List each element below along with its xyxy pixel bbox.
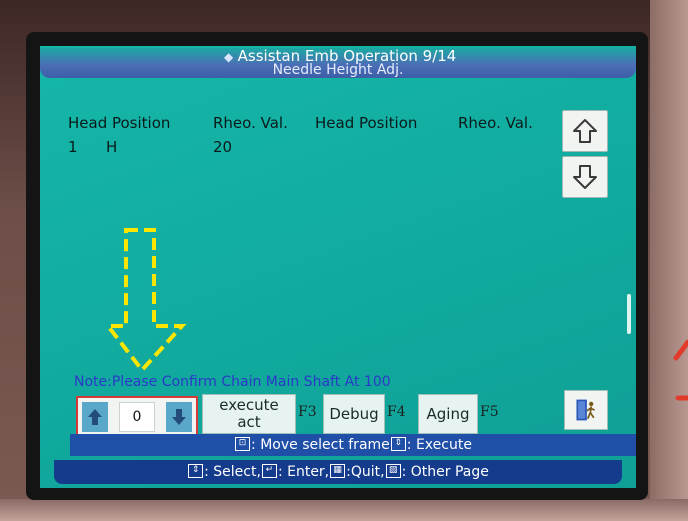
f5-key-label: F5 — [480, 404, 499, 420]
quit-key-icon: ▦ — [330, 464, 346, 478]
status-other-page: : Other Page — [401, 464, 489, 480]
column-header-head-position-2: Head Position — [315, 114, 418, 132]
column-header-head-position-1: Head Position — [68, 114, 171, 132]
scroll-down-button[interactable] — [562, 156, 608, 198]
exit-button[interactable] — [564, 390, 608, 430]
f3-key-label: F3 — [298, 404, 317, 420]
status-select: : Select, — [204, 464, 261, 480]
scroll-up-button[interactable] — [562, 110, 608, 152]
select-key-icon: ⇕ — [390, 437, 406, 451]
column-header-rheo-val-2: Rheo. Val. — [458, 114, 533, 132]
stepper-down-button[interactable] — [166, 402, 192, 432]
row-head: H — [106, 138, 118, 156]
up-arrow-icon — [573, 119, 597, 143]
execute-label-line1: execute — [219, 396, 279, 414]
debug-label: Debug — [329, 404, 379, 423]
row-index: 1 — [68, 138, 78, 156]
debug-button[interactable]: Debug — [323, 394, 385, 434]
stepper-up-button[interactable] — [82, 402, 108, 432]
stepper-value[interactable]: 0 — [119, 402, 155, 432]
value-stepper[interactable]: 0 — [76, 396, 198, 438]
down-arrow-icon — [172, 409, 186, 425]
aging-label: Aging — [426, 404, 470, 423]
up-arrow-icon — [88, 409, 102, 425]
status-enter: : Enter, — [277, 464, 330, 480]
hint-execute: : Execute — [406, 437, 472, 453]
note-text: Note:Please Confirm Chain Main Shaft At … — [74, 374, 391, 390]
red-annotation-mark — [673, 339, 688, 401]
move-frame-key-icon: ⊡ — [235, 437, 251, 451]
exit-door-icon — [576, 399, 595, 421]
page-key-icon: ▧ — [385, 464, 401, 478]
f4-key-label: F4 — [387, 404, 406, 420]
execute-act-button[interactable]: execute act — [202, 394, 296, 434]
hint-move-select: : Move select frame — [251, 437, 390, 453]
row-value: 20 — [213, 138, 233, 156]
status-bar: ⇕: Select, ↵: Enter, ▦:Quit, ▧: Other Page — [54, 460, 622, 484]
enter-key-icon: ↵ — [261, 464, 277, 478]
page-subtitle: Needle Height Adj. — [272, 62, 404, 78]
device-bezel-bottom — [0, 499, 688, 521]
down-arrow-icon — [573, 165, 597, 189]
aging-button[interactable]: Aging — [418, 394, 478, 434]
column-header-rheo-val-1: Rheo. Val. — [213, 114, 288, 132]
scrollbar[interactable] — [627, 294, 631, 334]
device-bezel-right — [650, 0, 688, 521]
hint-bar: ⊡: Move select frame ⇕: Execute — [70, 434, 636, 456]
status-quit: :Quit, — [346, 464, 385, 480]
annotation-arrow — [104, 228, 187, 374]
select-key-icon: ⇕ — [188, 464, 204, 478]
execute-label-line2: act — [237, 413, 261, 431]
